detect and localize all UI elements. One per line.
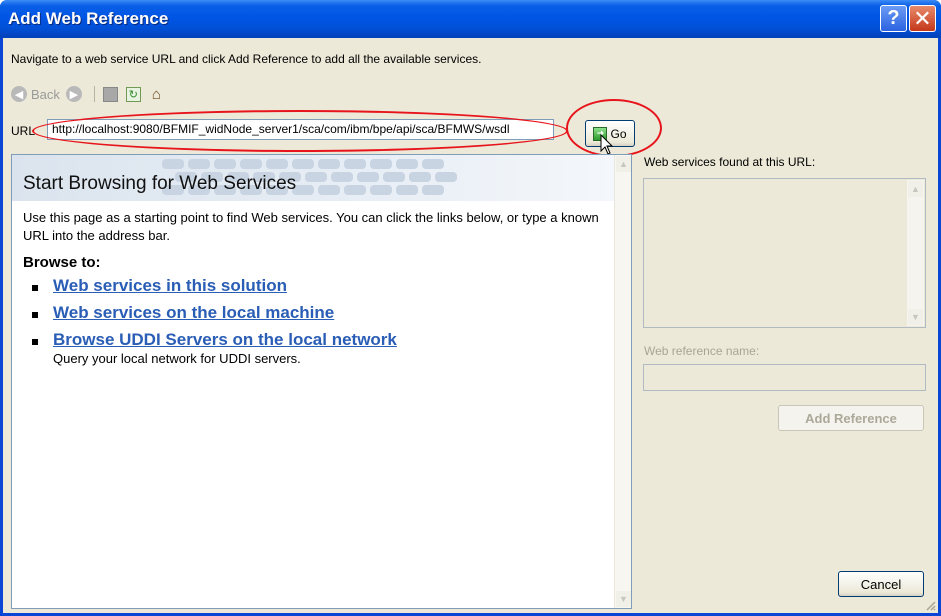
forward-button[interactable]: ▶ (65, 86, 86, 102)
bullet (32, 339, 38, 345)
mouse-cursor-icon (600, 134, 614, 155)
stop-icon[interactable] (102, 86, 118, 102)
scroll-down-icon[interactable]: ▼ (908, 309, 923, 325)
bullet (32, 285, 38, 291)
link-web-services-local-machine[interactable]: Web services on the local machine (53, 303, 334, 323)
help-button[interactable]: ? (880, 5, 907, 32)
instruction-text: Navigate to a web service URL and click … (11, 52, 482, 66)
back-label: Back (31, 86, 60, 102)
web-reference-name-input[interactable] (643, 364, 926, 391)
toolbar-separator (93, 86, 95, 102)
close-icon: ✕ (913, 5, 932, 31)
forward-arrow-icon: ▶ (65, 86, 82, 102)
home-icon[interactable]: ⌂ (149, 86, 164, 103)
close-button[interactable]: ✕ (909, 5, 936, 32)
link-browse-uddi-servers[interactable]: Browse UDDI Servers on the local network (53, 330, 397, 350)
cancel-button[interactable]: Cancel (838, 571, 924, 597)
question-mark-icon: ? (887, 7, 900, 29)
scroll-up-icon[interactable]: ▲ (616, 156, 631, 172)
title-bar[interactable]: Add Web Reference ? ✕ (0, 0, 941, 38)
resize-grip-icon[interactable] (924, 599, 936, 611)
services-found-list[interactable]: ▲ ▼ (643, 178, 926, 328)
add-web-reference-dialog: Add Web Reference ? ✕ Navigate to a web … (0, 0, 941, 616)
browse-to-heading: Browse to: (23, 254, 101, 271)
bullet (32, 312, 38, 318)
navigation-toolbar: ◀ Back ▶ ↻ ⌂ (11, 84, 172, 104)
scroll-up-icon[interactable]: ▲ (908, 181, 923, 197)
back-arrow-icon: ◀ (11, 86, 27, 102)
services-found-label: Web services found at this URL: (644, 155, 816, 169)
dialog-title: Add Web Reference (8, 9, 169, 28)
refresh-icon[interactable]: ↻ (125, 86, 141, 102)
back-button[interactable]: ◀ Back (11, 86, 60, 102)
scroll-down-icon[interactable]: ▼ (616, 591, 631, 607)
url-annotation-circle (32, 110, 568, 152)
start-browsing-heading: Start Browsing for Web Services (23, 173, 297, 194)
dialog-body: Navigate to a web service URL and click … (3, 38, 938, 613)
start-page-banner: Start Browsing for Web Services (12, 155, 615, 201)
web-browser-pane[interactable]: Start Browsing for Web Services Use this… (11, 154, 632, 609)
intro-text: Use this page as a starting point to fin… (23, 210, 599, 243)
browser-scrollbar[interactable]: ▲ ▼ (614, 155, 631, 608)
web-reference-name-label: Web reference name: (644, 344, 760, 358)
uddi-description: Query your local network for UDDI server… (53, 351, 301, 366)
link-web-services-in-solution[interactable]: Web services in this solution (53, 276, 287, 296)
add-reference-button[interactable]: Add Reference (778, 405, 924, 431)
services-list-scrollbar[interactable]: ▲ ▼ (907, 180, 924, 326)
